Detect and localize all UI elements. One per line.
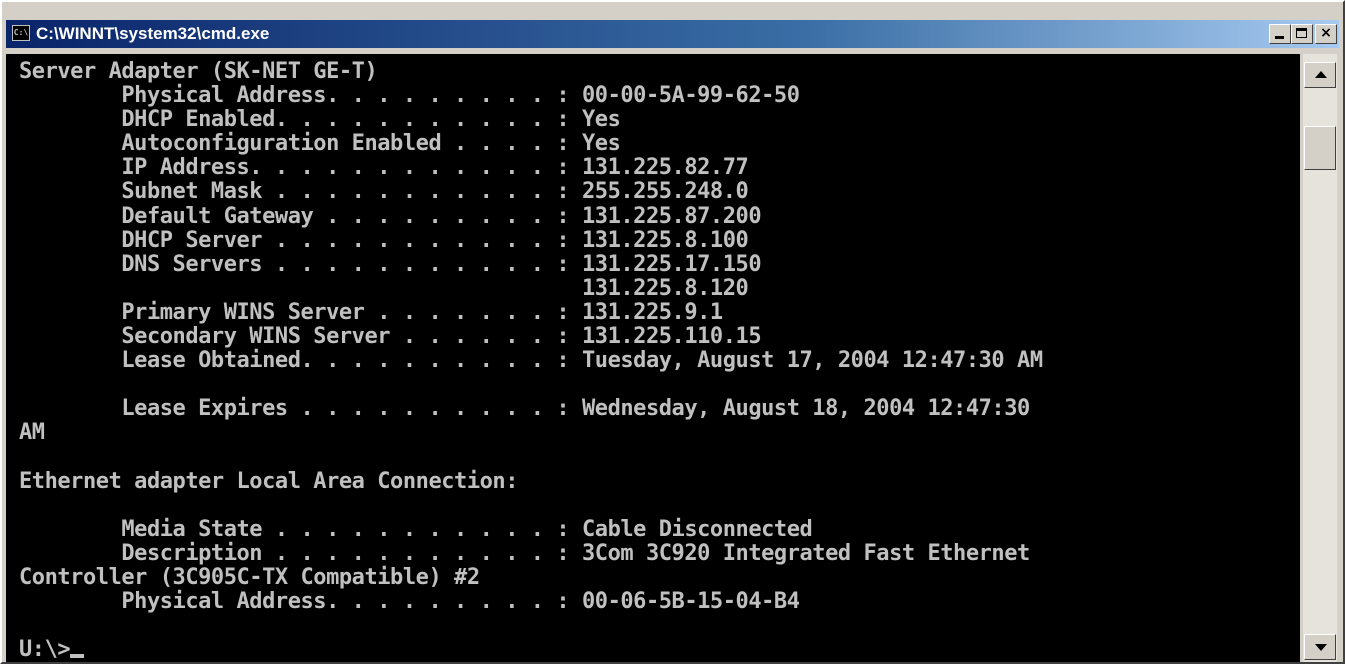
scroll-down-button[interactable] — [1304, 634, 1336, 660]
console-line: IP Address. . . . . . . . . . . . : 131.… — [19, 155, 749, 181]
minimize-icon — [1275, 36, 1284, 39]
console-line: Physical Address. . . . . . . . . : 00-0… — [19, 83, 800, 109]
console-line: DHCP Enabled. . . . . . . . . . . : Yes — [19, 107, 621, 133]
close-button[interactable]: × — [1315, 24, 1337, 44]
console-line: Secondary WINS Server . . . . . . : 131.… — [19, 324, 762, 350]
arrow-down-icon — [1315, 644, 1327, 651]
minimize-button[interactable] — [1269, 24, 1291, 44]
title-bar[interactable]: C:\ C:\WINNT\system32\cmd.exe × — [6, 20, 1339, 48]
console-line: DHCP Server . . . . . . . . . . . : 131.… — [19, 227, 749, 253]
vertical-scrollbar[interactable] — [1303, 54, 1337, 662]
console-line: Lease Obtained. . . . . . . . . . : Tues… — [19, 348, 1043, 374]
console-line: Default Gateway . . . . . . . . . : 131.… — [19, 203, 762, 229]
close-icon: × — [1320, 25, 1332, 41]
text-cursor — [70, 654, 85, 659]
command-prompt[interactable]: U:\> — [19, 637, 71, 662]
cmd-window: C:\ C:\WINNT\system32\cmd.exe × Server A… — [0, 0, 1345, 664]
console-line: Lease Expires . . . . . . . . . . : Wedn… — [19, 396, 1030, 422]
console-line: DNS Servers . . . . . . . . . . . : 131.… — [19, 251, 762, 277]
console-line: Subnet Mask . . . . . . . . . . . : 255.… — [19, 179, 749, 205]
maximize-button[interactable] — [1291, 24, 1313, 44]
scroll-up-button[interactable] — [1304, 62, 1336, 88]
console-line: Physical Address. . . . . . . . . : 00-0… — [19, 589, 800, 615]
console-output[interactable]: Server Adapter (SK-NET GE-T) Physical Ad… — [6, 54, 1300, 662]
console-line: Server Adapter (SK-NET GE-T) — [19, 59, 378, 84]
window-title: C:\WINNT\system32\cmd.exe — [36, 24, 270, 43]
console-line: Autoconfiguration Enabled . . . . : Yes — [19, 131, 621, 157]
console-line: Controller (3C905C-TX Compatible) #2 — [19, 564, 480, 590]
console-line: AM — [19, 420, 45, 446]
console-line: Ethernet adapter Local Area Connection: — [19, 468, 519, 494]
console-line: Primary WINS Server . . . . . . . : 131.… — [19, 299, 723, 325]
maximize-icon — [1296, 28, 1307, 38]
scrollbar-thumb[interactable] — [1304, 126, 1336, 170]
cmd-app-icon[interactable]: C:\ — [12, 25, 30, 41]
console-line: 131.225.8.120 — [19, 275, 749, 301]
console-line: Media State . . . . . . . . . . . : Cabl… — [19, 516, 813, 542]
arrow-up-icon — [1315, 71, 1327, 78]
console-line: Description . . . . . . . . . . . : 3Com… — [19, 540, 1030, 566]
console-text: Server Adapter (SK-NET GE-T) Physical Ad… — [6, 54, 1300, 662]
